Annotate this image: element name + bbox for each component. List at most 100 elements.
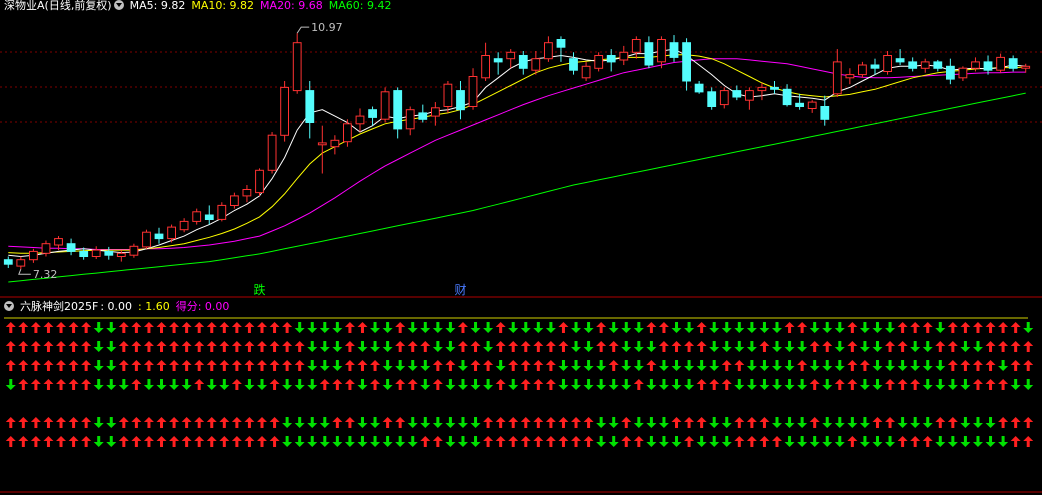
up-arrow-5-44 (558, 417, 569, 428)
up-arrow-6-4 (56, 436, 67, 447)
up-arrow-3-18 (231, 379, 242, 390)
up-arrow-1-60 (759, 341, 770, 352)
up-arrow-2-28 (357, 360, 368, 371)
up-arrow-5-10 (131, 417, 142, 428)
up-arrow-0-47 (596, 322, 607, 333)
up-arrow-3-27 (344, 379, 355, 390)
down-arrow-0-40 (508, 322, 519, 333)
down-arrow-3-48 (608, 379, 619, 390)
up-arrow-2-21 (269, 360, 280, 371)
up-arrow-6-61 (772, 436, 782, 447)
up-arrow-6-67 (847, 436, 858, 447)
up-arrow-5-60 (759, 417, 770, 428)
down-arrow-5-63 (797, 417, 808, 428)
down-arrow-1-8 (106, 341, 117, 352)
up-arrow-3-77 (972, 379, 983, 390)
down-arrow-2-25 (319, 360, 330, 371)
dropdown-icon[interactable] (113, 0, 124, 10)
candle-body-14 (179, 220, 189, 231)
up-arrow-2-6 (81, 360, 92, 371)
down-arrow-3-9 (118, 379, 129, 390)
down-arrow-6-79 (998, 436, 1009, 447)
down-arrow-6-29 (370, 436, 381, 447)
down-arrow-5-56 (709, 417, 720, 428)
candle-body-35 (443, 83, 453, 107)
candle-body-22 (280, 86, 290, 136)
up-arrow-2-12 (156, 360, 167, 371)
main-panel-header: 深物业A(日线,前复权) MA5: 9.82 MA10: 9.82 MA20: 9.6… (4, 0, 397, 13)
down-arrow-2-7 (93, 360, 104, 371)
up-arrow-1-65 (822, 341, 833, 352)
up-arrow-6-11 (143, 436, 154, 447)
down-arrow-0-70 (885, 322, 896, 333)
down-arrow-5-65 (822, 417, 833, 428)
candle-body-37 (468, 76, 478, 107)
down-arrow-6-8 (106, 436, 117, 447)
down-arrow-2-55 (696, 360, 707, 371)
down-arrow-0-7 (93, 322, 104, 333)
up-arrow-3-41 (520, 379, 531, 390)
up-arrow-0-63 (797, 322, 808, 333)
indicator-value-2: 得分: 0.00 (175, 300, 230, 313)
down-arrow-1-51 (646, 341, 657, 352)
down-arrow-3-74 (935, 379, 946, 390)
down-arrow-3-37 (470, 379, 481, 390)
down-arrow-1-77 (972, 341, 983, 352)
up-arrow-5-45 (571, 417, 582, 428)
up-arrow-5-20 (257, 417, 267, 428)
up-arrow-6-40 (508, 436, 519, 447)
candle-body-46 (581, 65, 591, 79)
candle-body-74 (933, 61, 943, 69)
candle-body-38 (481, 55, 491, 79)
down-arrow-6-66 (834, 436, 845, 447)
high-price-label: 10.97 (311, 21, 343, 34)
up-arrow-1-18 (231, 341, 242, 352)
candle-body-78 (983, 61, 993, 71)
ma-label-3: MA60: 9.42 (328, 0, 392, 12)
down-arrow-0-32 (407, 322, 418, 333)
candle-body-59 (745, 90, 754, 101)
down-arrow-0-54 (684, 322, 695, 333)
down-arrow-3-23 (294, 379, 305, 390)
up-arrow-1-41 (520, 341, 531, 352)
down-arrow-3-17 (219, 379, 230, 390)
candle-body-51 (644, 42, 654, 66)
down-arrow-0-66 (834, 322, 845, 333)
down-arrow-0-50 (633, 322, 644, 333)
down-arrow-3-16 (206, 379, 217, 390)
down-arrow-2-74 (935, 360, 946, 371)
up-arrow-6-12 (156, 436, 167, 447)
down-arrow-2-64 (809, 360, 820, 371)
down-arrow-3-63 (797, 379, 808, 390)
up-arrow-1-9 (118, 341, 129, 352)
up-arrow-0-79 (998, 322, 1009, 333)
up-arrow-0-3 (43, 322, 54, 333)
up-arrow-5-17 (219, 417, 230, 428)
down-arrow-3-33 (420, 379, 431, 390)
down-arrow-6-70 (885, 436, 896, 447)
down-arrow-6-53 (671, 436, 682, 447)
up-arrow-6-46 (583, 436, 594, 447)
candlestick-chart: 10.97 7.32 跌 财 (0, 21, 1042, 493)
up-arrow-1-55 (696, 341, 707, 352)
candle-body-2 (29, 250, 38, 261)
candle-body-77 (971, 61, 980, 69)
up-arrow-5-39 (495, 417, 506, 428)
down-arrow-1-58 (734, 341, 745, 352)
candle-body-15 (192, 211, 202, 222)
ma10-line (8, 54, 1026, 254)
dropdown-icon[interactable] (4, 301, 14, 311)
down-arrow-6-77 (972, 436, 983, 447)
up-arrow-0-14 (181, 322, 192, 333)
down-arrow-6-35 (445, 436, 456, 447)
up-arrow-6-49 (621, 436, 632, 447)
down-arrow-0-81 (1023, 322, 1034, 333)
up-arrow-6-59 (746, 436, 757, 447)
up-arrow-6-72 (910, 436, 921, 447)
up-arrow-3-72 (910, 379, 921, 390)
down-arrow-6-28 (357, 436, 368, 447)
up-arrow-0-9 (118, 322, 129, 333)
down-arrow-1-26 (332, 341, 343, 352)
candle-body-7 (91, 249, 101, 258)
down-arrow-2-39 (495, 360, 506, 371)
